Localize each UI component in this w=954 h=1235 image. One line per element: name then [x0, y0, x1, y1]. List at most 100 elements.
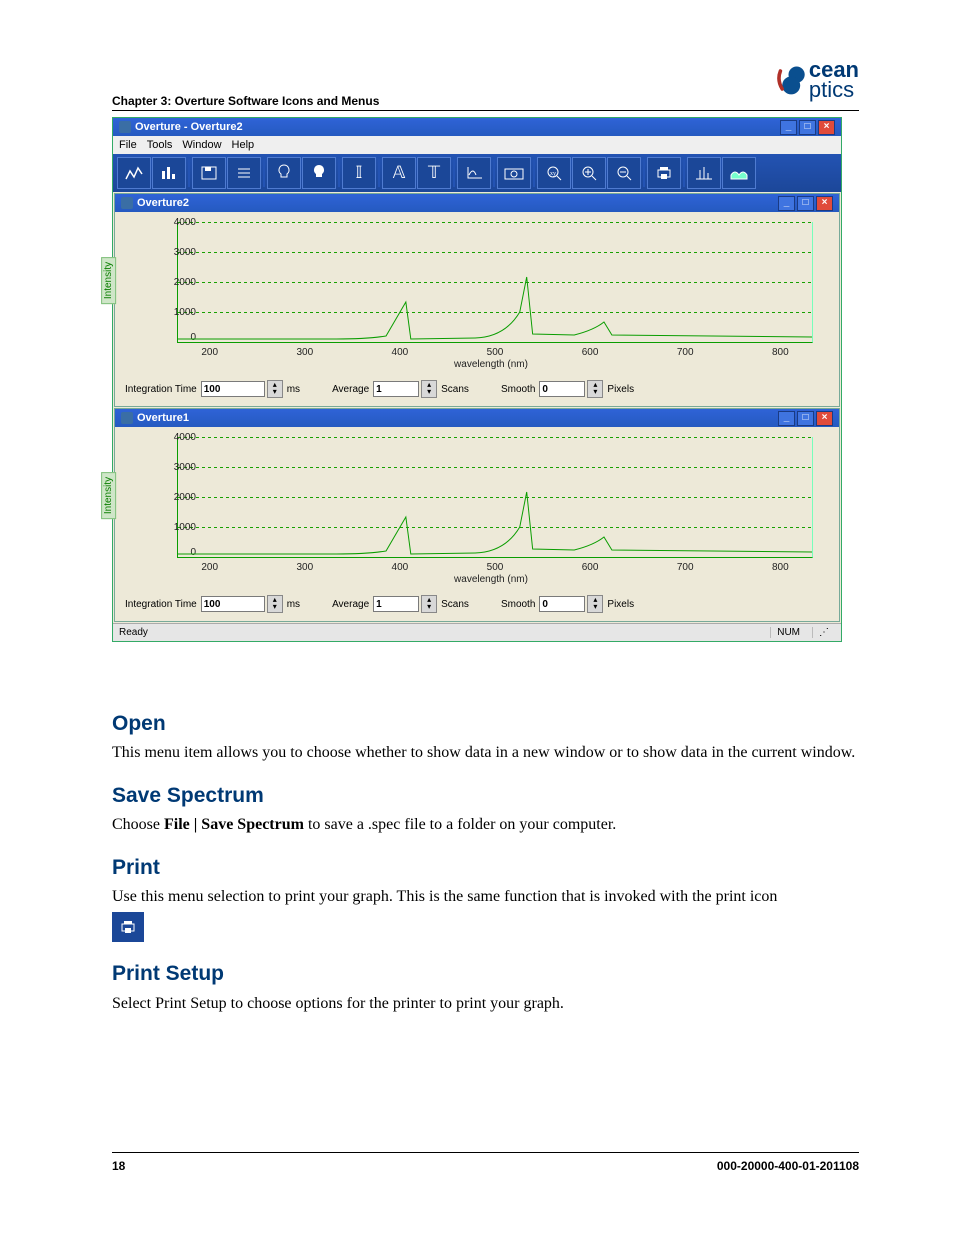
section-open-body: This menu item allows you to choose whet… — [112, 743, 859, 764]
text: to save a .spec file to a folder on your… — [304, 816, 616, 833]
xtick: 800 — [772, 347, 789, 358]
ms-label: ms — [287, 384, 300, 395]
main-titlebar[interactable]: Overture - Overture2 _ □ × — [113, 118, 841, 136]
plot[interactable]: 4000 3000 2000 1000 0 200 300 400 500 60… — [177, 437, 813, 558]
pixels-label: Pixels — [607, 384, 634, 395]
zoom-fit-icon[interactable]: xy — [537, 157, 571, 189]
section-save-title: Save Spectrum — [112, 782, 859, 809]
spectrum-line — [178, 437, 812, 557]
spinner[interactable] — [421, 595, 437, 613]
area-icon[interactable] — [722, 157, 756, 189]
y-axis-label: Intensity — [101, 257, 116, 304]
plot-icon[interactable] — [117, 157, 151, 189]
section-open-title: Open — [112, 710, 859, 737]
scans-label: Scans — [441, 384, 469, 395]
app-icon — [119, 121, 131, 133]
minimize-button[interactable]: _ — [780, 120, 797, 135]
ms-label: ms — [287, 599, 300, 610]
plot[interactable]: 4000 3000 2000 1000 0 200 300 400 500 60… — [177, 222, 813, 343]
x-axis-label: wavelength (nm) — [155, 574, 827, 585]
smooth-input[interactable] — [539, 381, 585, 397]
scans-label: Scans — [441, 599, 469, 610]
bars-icon[interactable] — [152, 157, 186, 189]
save-icon[interactable] — [192, 157, 226, 189]
panel-icon — [121, 412, 133, 424]
zoom-in-icon[interactable] — [572, 157, 606, 189]
spinner[interactable] — [267, 595, 283, 613]
status-num: NUM — [770, 627, 806, 638]
spinner[interactable] — [587, 595, 603, 613]
x-axis-label: wavelength (nm) — [155, 359, 827, 370]
page-number: 18 — [112, 1159, 125, 1173]
xtick: 600 — [582, 347, 599, 358]
menu-window[interactable]: Window — [182, 139, 221, 151]
panel-minimize-button[interactable]: _ — [778, 196, 795, 211]
smooth-input[interactable] — [539, 596, 585, 612]
spectrum-line — [178, 222, 812, 342]
toolbar: 𝕀 𝔸 𝕋 xy — [113, 154, 841, 192]
camera-icon[interactable] — [497, 157, 531, 189]
average-input[interactable] — [373, 596, 419, 612]
xtick: 700 — [677, 562, 694, 573]
integration-input[interactable] — [201, 596, 265, 612]
xtick: 800 — [772, 562, 789, 573]
panel-overture1: Overture1 _ □ × Intensity 4000 3000 2000… — [114, 408, 840, 622]
average-input[interactable] — [373, 381, 419, 397]
menu-help[interactable]: Help — [232, 139, 255, 151]
text: Choose — [112, 816, 164, 833]
average-label: Average — [332, 599, 369, 610]
lightbulb-outline-icon[interactable] — [267, 157, 301, 189]
app-window: Overture - Overture2 _ □ × File Tools Wi… — [112, 117, 842, 642]
print-icon[interactable] — [647, 157, 681, 189]
spinner[interactable] — [421, 380, 437, 398]
xtick: 500 — [487, 562, 504, 573]
chapter-header: Chapter 3: Overture Software Icons and M… — [112, 94, 379, 108]
panel-titlebar[interactable]: Overture1 _ □ × — [115, 409, 839, 427]
lightbulb-filled-icon[interactable] — [302, 157, 336, 189]
xtick: 500 — [487, 347, 504, 358]
brand-logo: cean ptics — [775, 60, 859, 100]
xtick: 200 — [201, 562, 218, 573]
xtick: 400 — [392, 562, 409, 573]
section-print-title: Print — [112, 854, 859, 881]
xtick: 300 — [296, 562, 313, 573]
panel-overture2: Overture2 _ □ × Intensity 4000 3000 2000… — [114, 193, 840, 407]
panel-close-button[interactable]: × — [816, 411, 833, 426]
zoom-out-icon[interactable] — [607, 157, 641, 189]
ocean-optics-icon — [775, 62, 811, 98]
maximize-button[interactable]: □ — [799, 120, 816, 135]
resize-grip-icon[interactable]: ⋰ — [812, 627, 835, 638]
spinner[interactable] — [587, 380, 603, 398]
menu-tools[interactable]: Tools — [147, 139, 173, 151]
transmission-icon[interactable]: 𝕋 — [417, 157, 451, 189]
section-save-body: Choose File | Save Spectrum to save a .s… — [112, 815, 859, 836]
xtick: 300 — [296, 347, 313, 358]
irradiance-icon[interactable]: 𝕀 — [342, 157, 376, 189]
absorbance-icon[interactable]: 𝔸 — [382, 157, 416, 189]
pixels-label: Pixels — [607, 599, 634, 610]
xtick: 600 — [582, 562, 599, 573]
panel-title-text: Overture1 — [137, 412, 189, 424]
peaks-icon[interactable] — [687, 157, 721, 189]
spinner[interactable] — [267, 380, 283, 398]
integration-label: Integration Time — [125, 384, 197, 395]
xtick: 200 — [201, 347, 218, 358]
text-bold: File | Save Spectrum — [164, 816, 304, 833]
panel-maximize-button[interactable]: □ — [797, 411, 814, 426]
panel-minimize-button[interactable]: _ — [778, 411, 795, 426]
list-icon[interactable] — [227, 157, 261, 189]
xtick: 400 — [392, 347, 409, 358]
section-printsetup-title: Print Setup — [112, 960, 859, 987]
close-button[interactable]: × — [818, 120, 835, 135]
panel-titlebar[interactable]: Overture2 _ □ × — [115, 194, 839, 212]
doc-number: 000-20000-400-01-201108 — [717, 1159, 859, 1173]
integration-input[interactable] — [201, 381, 265, 397]
panel-maximize-button[interactable]: □ — [797, 196, 814, 211]
panel-title-text: Overture2 — [137, 197, 189, 209]
xyplot-icon[interactable] — [457, 157, 491, 189]
status-left: Ready — [119, 627, 148, 638]
panel-close-button[interactable]: × — [816, 196, 833, 211]
menu-file[interactable]: File — [119, 139, 137, 151]
integration-label: Integration Time — [125, 599, 197, 610]
y-axis-label: Intensity — [101, 472, 116, 519]
